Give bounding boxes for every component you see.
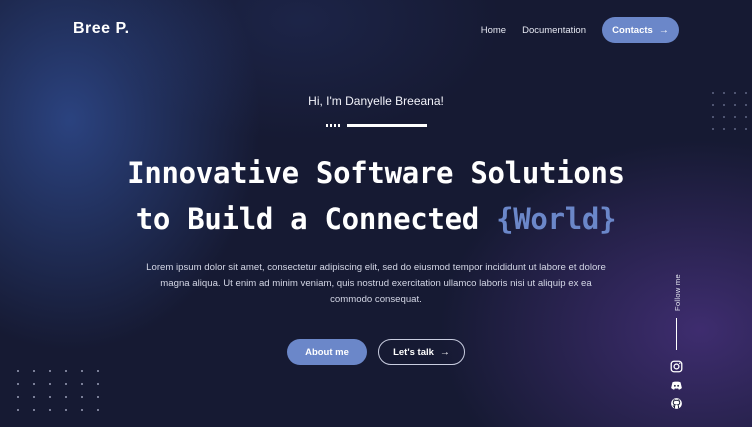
hero-headline: Innovative Software Solutions to Build a… <box>0 150 752 242</box>
about-me-button-label: About me <box>305 346 349 358</box>
lets-talk-button-label: Let's talk <box>393 346 434 358</box>
hero-divider <box>326 124 427 127</box>
contacts-button[interactable]: Contacts → <box>602 17 679 43</box>
hero-description: Lorem ipsum dolor sit amet, consectetur … <box>146 262 606 305</box>
nav-home-link[interactable]: Home <box>481 25 506 36</box>
arrow-right-icon: → <box>439 346 450 358</box>
hero-greeting: Hi, I'm Danyelle Breeana! <box>308 94 444 108</box>
about-me-button[interactable]: About me <box>287 339 367 365</box>
headline-line-1: Innovative Software Solutions <box>127 156 625 190</box>
contacts-button-label: Contacts <box>612 24 653 36</box>
headline-accent: {World} <box>496 202 617 236</box>
discord-icon[interactable] <box>670 379 683 392</box>
instagram-icon[interactable] <box>670 360 683 373</box>
decorative-dot-grid-bottom <box>17 370 99 411</box>
lets-talk-button[interactable]: Let's talk → <box>378 339 465 365</box>
github-icon[interactable] <box>670 397 683 410</box>
arrow-right-icon: → <box>658 24 669 36</box>
main-nav: Home Documentation Contacts → <box>481 17 679 43</box>
site-logo[interactable]: Bree P. <box>73 20 130 38</box>
headline-line-2: to Build a Connected <box>135 202 497 236</box>
nav-documentation-link[interactable]: Documentation <box>522 25 586 36</box>
follow-divider <box>676 318 677 350</box>
follow-me-label: Follow me <box>672 273 682 311</box>
